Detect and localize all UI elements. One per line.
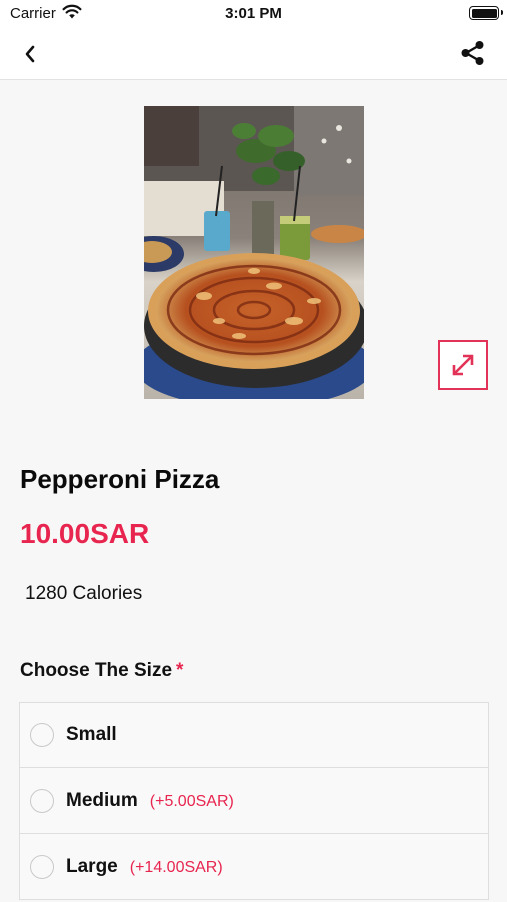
size-option-medium[interactable]: Medium (+5.00SAR)	[19, 768, 489, 834]
size-heading-label: Choose The Size	[20, 660, 173, 681]
share-icon	[461, 41, 484, 65]
chevron-left-icon	[25, 45, 35, 63]
required-marker: *	[176, 660, 184, 681]
size-option-extra-price: (+5.00SAR)	[149, 792, 234, 810]
size-option-label: Small	[66, 724, 117, 745]
product-calories: 1280 Calories	[25, 583, 143, 604]
size-option-extra-price: (+14.00SAR)	[129, 858, 223, 876]
product-name: Pepperoni Pizza	[20, 464, 220, 494]
clock: 3:01 PM	[225, 5, 282, 22]
size-option-label: Large (+14.00SAR)	[66, 855, 223, 877]
pizza-photo	[144, 106, 364, 399]
expand-image-button[interactable]	[438, 340, 488, 390]
navigation-bar	[0, 28, 507, 80]
product-image[interactable]	[144, 106, 364, 399]
expand-arrows-icon	[452, 354, 474, 376]
status-bar: Carrier 3:01 PM	[0, 0, 507, 28]
back-button[interactable]	[16, 40, 44, 68]
product-price: 10.00SAR	[20, 518, 150, 549]
size-option-small[interactable]: Small	[19, 702, 489, 768]
size-section-heading: Choose The Size *	[20, 660, 183, 682]
radio-button[interactable]	[30, 723, 54, 747]
battery-icon	[469, 6, 503, 20]
share-button[interactable]	[459, 39, 487, 67]
size-option-label: Medium (+5.00SAR)	[66, 789, 234, 811]
size-option-large[interactable]: Large (+14.00SAR)	[19, 834, 489, 900]
size-options-list: Small Medium (+5.00SAR) Large (+14.00SAR)	[19, 702, 489, 902]
radio-button[interactable]	[30, 788, 54, 813]
radio-button[interactable]	[30, 854, 54, 879]
